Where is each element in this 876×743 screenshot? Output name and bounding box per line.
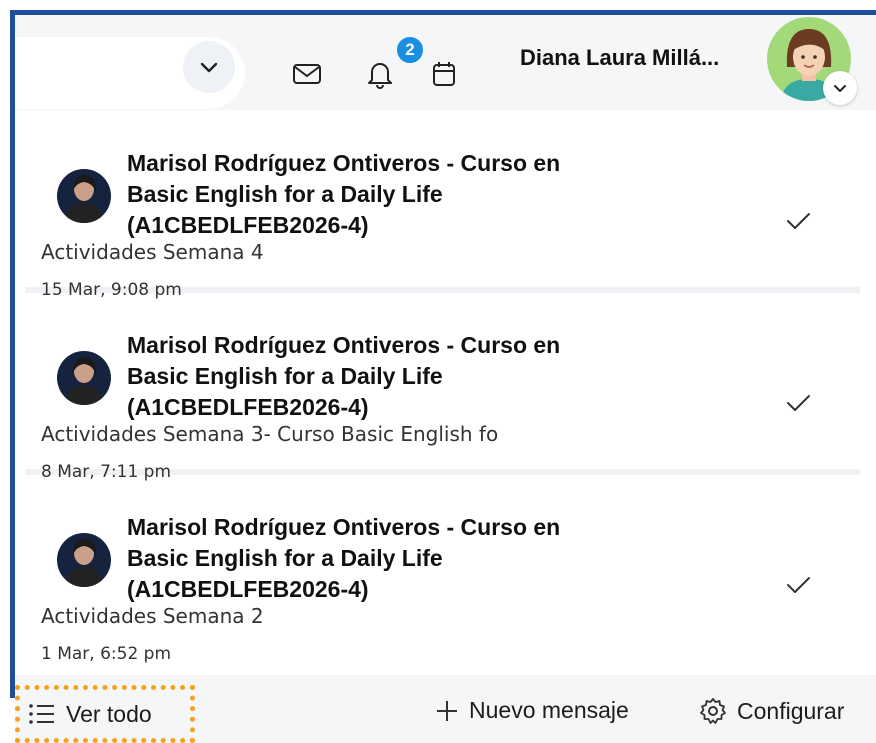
chevron-down-icon [200,62,218,73]
notification-title: Marisol Rodríguez Ontiveros - Curso en B… [127,332,561,420]
dropdown-toggle-button[interactable] [183,41,235,93]
view-all-label: Ver todo [66,700,152,727]
calendar-icon [433,62,455,86]
user-name[interactable]: Diana Laura Millá... [520,45,719,71]
popover-footer: Ver todo Nuevo mensaje Configurar [15,675,876,743]
list-item[interactable]: Marisol Rodríguez Ontiveros - Curso en B… [25,118,860,300]
notification-subject: Actividades Semana 4 [41,240,264,264]
notification-title: Marisol Rodríguez Ontiveros - Curso en B… [127,514,561,602]
new-message-label: Nuevo mensaje [469,697,629,723]
view-all-button[interactable]: Ver todo [15,685,195,743]
settings-label: Configurar [737,697,845,724]
list-icon [29,704,54,724]
bell-icon [368,63,392,89]
notification-title: Marisol Rodríguez Ontiveros - Curso en B… [127,150,561,238]
mark-read-check-icon[interactable] [783,570,813,600]
notification-time: 1 Mar, 6:52 pm [41,644,172,664]
list-item[interactable]: Marisol Rodríguez Ontiveros - Curso en B… [25,300,860,482]
mark-read-check-icon[interactable] [783,388,813,418]
notification-list: Marisol Rodríguez Ontiveros - Curso en B… [15,110,860,675]
mail-icon [293,64,321,84]
mark-read-check-icon[interactable] [783,206,813,236]
user-menu-toggle[interactable] [823,71,857,105]
sender-avatar [57,533,111,587]
top-header: 2 Diana Laura Millá... [15,15,876,110]
settings-button[interactable]: Configurar [699,697,844,725]
messages-popover: 2 Diana Laura Millá... Marisol Rodríguez… [0,0,876,743]
notifications-button[interactable] [363,57,397,91]
sender-avatar [57,351,111,405]
new-message-button[interactable]: Nuevo mensaje [435,697,629,724]
notification-subject: Actividades Semana 2 [41,604,264,628]
notification-time: 8 Mar, 7:11 pm [41,462,172,482]
notification-subject: Actividades Semana 3- Curso Basic Englis… [41,422,499,446]
messages-button[interactable] [290,57,324,91]
notification-time: 15 Mar, 9:08 pm [41,280,182,300]
calendar-button[interactable] [427,57,461,91]
plus-icon [437,700,457,721]
gear-icon [700,698,726,724]
list-item[interactable]: Marisol Rodríguez Ontiveros - Curso en B… [25,482,860,664]
chevron-down-icon [834,85,846,92]
notification-badge: 2 [395,35,425,65]
sender-avatar [57,169,111,223]
